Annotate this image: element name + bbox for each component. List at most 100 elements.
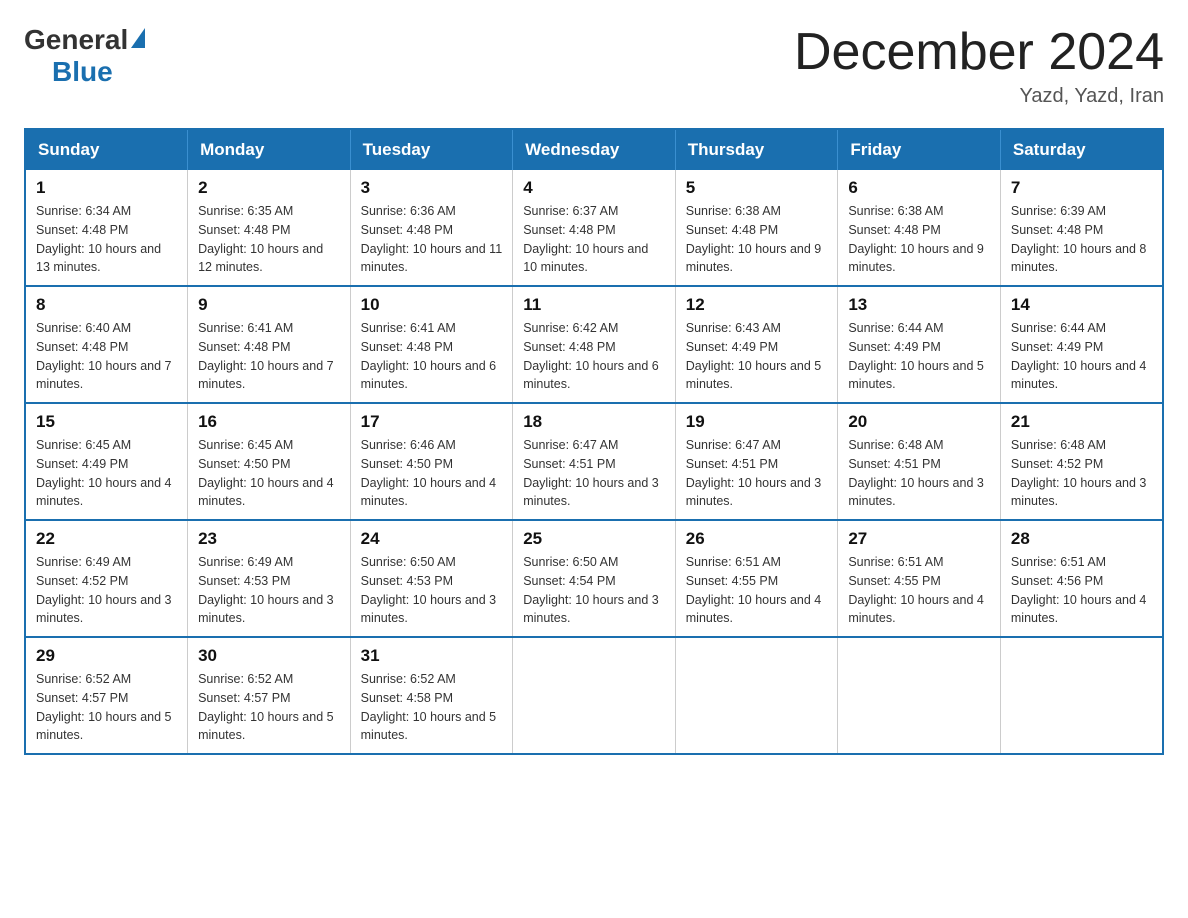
day-number: 26 [686, 529, 828, 549]
table-row: 9 Sunrise: 6:41 AM Sunset: 4:48 PM Dayli… [188, 286, 351, 403]
calendar-header-row: Sunday Monday Tuesday Wednesday Thursday… [25, 129, 1163, 170]
table-row [1000, 637, 1163, 754]
day-info: Sunrise: 6:42 AM Sunset: 4:48 PM Dayligh… [523, 319, 665, 394]
table-row: 27 Sunrise: 6:51 AM Sunset: 4:55 PM Dayl… [838, 520, 1001, 637]
day-number: 16 [198, 412, 340, 432]
col-monday: Monday [188, 129, 351, 170]
table-row [513, 637, 676, 754]
logo-general-text: General [24, 24, 128, 56]
table-row: 17 Sunrise: 6:46 AM Sunset: 4:50 PM Dayl… [350, 403, 513, 520]
day-info: Sunrise: 6:51 AM Sunset: 4:55 PM Dayligh… [686, 553, 828, 628]
table-row: 23 Sunrise: 6:49 AM Sunset: 4:53 PM Dayl… [188, 520, 351, 637]
table-row: 2 Sunrise: 6:35 AM Sunset: 4:48 PM Dayli… [188, 170, 351, 286]
day-info: Sunrise: 6:47 AM Sunset: 4:51 PM Dayligh… [686, 436, 828, 511]
day-info: Sunrise: 6:52 AM Sunset: 4:57 PM Dayligh… [198, 670, 340, 745]
day-info: Sunrise: 6:41 AM Sunset: 4:48 PM Dayligh… [361, 319, 503, 394]
title-section: December 2024 Yazd, Yazd, Iran [794, 24, 1164, 108]
table-row: 12 Sunrise: 6:43 AM Sunset: 4:49 PM Dayl… [675, 286, 838, 403]
table-row: 26 Sunrise: 6:51 AM Sunset: 4:55 PM Dayl… [675, 520, 838, 637]
day-info: Sunrise: 6:40 AM Sunset: 4:48 PM Dayligh… [36, 319, 177, 394]
day-info: Sunrise: 6:51 AM Sunset: 4:56 PM Dayligh… [1011, 553, 1152, 628]
day-number: 18 [523, 412, 665, 432]
col-thursday: Thursday [675, 129, 838, 170]
calendar-week-row: 29 Sunrise: 6:52 AM Sunset: 4:57 PM Dayl… [25, 637, 1163, 754]
location-text: Yazd, Yazd, Iran [794, 85, 1164, 108]
table-row: 20 Sunrise: 6:48 AM Sunset: 4:51 PM Dayl… [838, 403, 1001, 520]
day-number: 6 [848, 178, 990, 198]
page-header: General Blue December 2024 Yazd, Yazd, I… [24, 24, 1164, 108]
day-number: 3 [361, 178, 503, 198]
day-info: Sunrise: 6:50 AM Sunset: 4:54 PM Dayligh… [523, 553, 665, 628]
table-row: 30 Sunrise: 6:52 AM Sunset: 4:57 PM Dayl… [188, 637, 351, 754]
table-row: 13 Sunrise: 6:44 AM Sunset: 4:49 PM Dayl… [838, 286, 1001, 403]
table-row: 25 Sunrise: 6:50 AM Sunset: 4:54 PM Dayl… [513, 520, 676, 637]
day-number: 30 [198, 646, 340, 666]
table-row [675, 637, 838, 754]
day-number: 12 [686, 295, 828, 315]
day-number: 20 [848, 412, 990, 432]
table-row: 8 Sunrise: 6:40 AM Sunset: 4:48 PM Dayli… [25, 286, 188, 403]
day-info: Sunrise: 6:48 AM Sunset: 4:51 PM Dayligh… [848, 436, 990, 511]
day-number: 21 [1011, 412, 1152, 432]
table-row: 28 Sunrise: 6:51 AM Sunset: 4:56 PM Dayl… [1000, 520, 1163, 637]
day-number: 15 [36, 412, 177, 432]
day-number: 29 [36, 646, 177, 666]
table-row: 21 Sunrise: 6:48 AM Sunset: 4:52 PM Dayl… [1000, 403, 1163, 520]
month-title: December 2024 [794, 24, 1164, 81]
day-number: 14 [1011, 295, 1152, 315]
day-info: Sunrise: 6:51 AM Sunset: 4:55 PM Dayligh… [848, 553, 990, 628]
calendar-week-row: 22 Sunrise: 6:49 AM Sunset: 4:52 PM Dayl… [25, 520, 1163, 637]
day-info: Sunrise: 6:37 AM Sunset: 4:48 PM Dayligh… [523, 202, 665, 277]
table-row: 18 Sunrise: 6:47 AM Sunset: 4:51 PM Dayl… [513, 403, 676, 520]
day-number: 19 [686, 412, 828, 432]
day-info: Sunrise: 6:52 AM Sunset: 4:57 PM Dayligh… [36, 670, 177, 745]
day-number: 24 [361, 529, 503, 549]
day-info: Sunrise: 6:52 AM Sunset: 4:58 PM Dayligh… [361, 670, 503, 745]
table-row: 7 Sunrise: 6:39 AM Sunset: 4:48 PM Dayli… [1000, 170, 1163, 286]
day-number: 10 [361, 295, 503, 315]
day-number: 13 [848, 295, 990, 315]
day-info: Sunrise: 6:49 AM Sunset: 4:52 PM Dayligh… [36, 553, 177, 628]
table-row: 3 Sunrise: 6:36 AM Sunset: 4:48 PM Dayli… [350, 170, 513, 286]
table-row: 14 Sunrise: 6:44 AM Sunset: 4:49 PM Dayl… [1000, 286, 1163, 403]
day-info: Sunrise: 6:48 AM Sunset: 4:52 PM Dayligh… [1011, 436, 1152, 511]
table-row: 10 Sunrise: 6:41 AM Sunset: 4:48 PM Dayl… [350, 286, 513, 403]
day-info: Sunrise: 6:43 AM Sunset: 4:49 PM Dayligh… [686, 319, 828, 394]
table-row [838, 637, 1001, 754]
day-number: 8 [36, 295, 177, 315]
col-saturday: Saturday [1000, 129, 1163, 170]
col-tuesday: Tuesday [350, 129, 513, 170]
day-info: Sunrise: 6:39 AM Sunset: 4:48 PM Dayligh… [1011, 202, 1152, 277]
table-row: 16 Sunrise: 6:45 AM Sunset: 4:50 PM Dayl… [188, 403, 351, 520]
col-wednesday: Wednesday [513, 129, 676, 170]
day-info: Sunrise: 6:45 AM Sunset: 4:50 PM Dayligh… [198, 436, 340, 511]
day-info: Sunrise: 6:41 AM Sunset: 4:48 PM Dayligh… [198, 319, 340, 394]
day-info: Sunrise: 6:44 AM Sunset: 4:49 PM Dayligh… [1011, 319, 1152, 394]
day-info: Sunrise: 6:38 AM Sunset: 4:48 PM Dayligh… [848, 202, 990, 277]
day-number: 2 [198, 178, 340, 198]
day-info: Sunrise: 6:34 AM Sunset: 4:48 PM Dayligh… [36, 202, 177, 277]
logo-triangle-icon [131, 28, 145, 48]
day-number: 11 [523, 295, 665, 315]
table-row: 19 Sunrise: 6:47 AM Sunset: 4:51 PM Dayl… [675, 403, 838, 520]
table-row: 1 Sunrise: 6:34 AM Sunset: 4:48 PM Dayli… [25, 170, 188, 286]
day-number: 25 [523, 529, 665, 549]
day-number: 17 [361, 412, 503, 432]
table-row: 6 Sunrise: 6:38 AM Sunset: 4:48 PM Dayli… [838, 170, 1001, 286]
table-row: 31 Sunrise: 6:52 AM Sunset: 4:58 PM Dayl… [350, 637, 513, 754]
day-number: 5 [686, 178, 828, 198]
day-info: Sunrise: 6:50 AM Sunset: 4:53 PM Dayligh… [361, 553, 503, 628]
col-sunday: Sunday [25, 129, 188, 170]
day-info: Sunrise: 6:47 AM Sunset: 4:51 PM Dayligh… [523, 436, 665, 511]
day-info: Sunrise: 6:38 AM Sunset: 4:48 PM Dayligh… [686, 202, 828, 277]
col-friday: Friday [838, 129, 1001, 170]
day-number: 28 [1011, 529, 1152, 549]
day-info: Sunrise: 6:49 AM Sunset: 4:53 PM Dayligh… [198, 553, 340, 628]
day-info: Sunrise: 6:44 AM Sunset: 4:49 PM Dayligh… [848, 319, 990, 394]
day-number: 31 [361, 646, 503, 666]
table-row: 29 Sunrise: 6:52 AM Sunset: 4:57 PM Dayl… [25, 637, 188, 754]
day-number: 1 [36, 178, 177, 198]
table-row: 4 Sunrise: 6:37 AM Sunset: 4:48 PM Dayli… [513, 170, 676, 286]
day-number: 27 [848, 529, 990, 549]
day-number: 4 [523, 178, 665, 198]
